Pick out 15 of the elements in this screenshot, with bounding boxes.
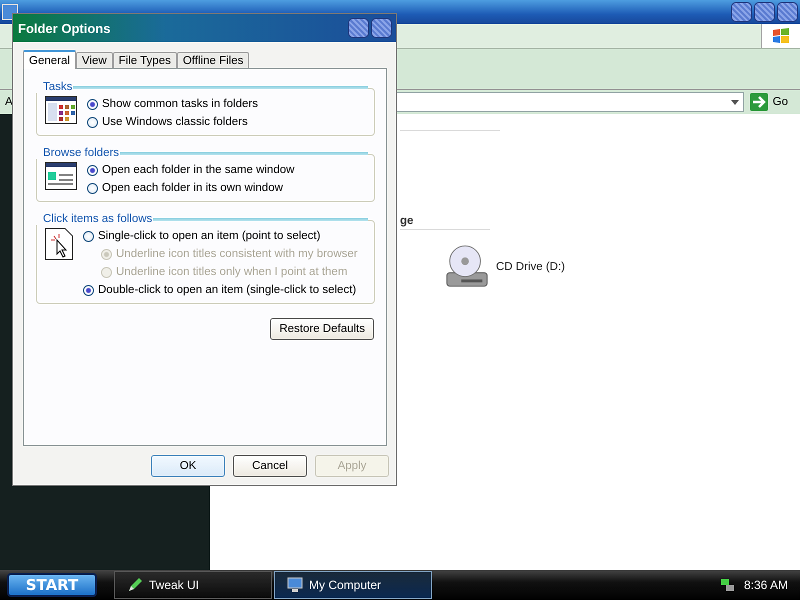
option-label: Open each folder in the same window — [102, 164, 294, 176]
option-label: Use Windows classic folders — [102, 116, 248, 128]
address-label: A — [5, 96, 14, 108]
group-title: Click items as follows — [35, 213, 154, 225]
section-heading: ge — [400, 215, 490, 230]
clock: 8:36 AM — [744, 578, 788, 592]
option-label: Underline icon titles consistent with my browser — [116, 248, 358, 260]
option-label: Open each folder in its own window — [102, 182, 283, 194]
group-title: Tasks — [35, 81, 74, 93]
option-label: Double-click to open an item (single-click to select) — [98, 284, 356, 296]
group-title: Browse folders — [35, 147, 120, 159]
option-label: Show common tasks in folders — [102, 98, 258, 110]
option-label: Underline icon titles only when I point at them — [116, 266, 348, 278]
dialog-title: Folder Options — [18, 20, 110, 36]
option-label: Single-click to open an item (point to select) — [98, 230, 320, 242]
